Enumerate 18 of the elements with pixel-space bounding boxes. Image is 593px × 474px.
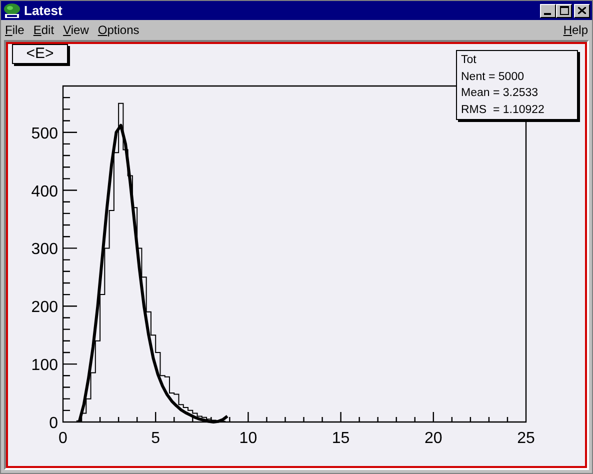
axis-tick-label: 0 [58, 430, 68, 447]
axis-tick-label: 300 [31, 241, 58, 258]
axis-tick-label: 5 [151, 430, 160, 447]
stats-name: Tot [461, 53, 478, 68]
axis-tick-label: 200 [31, 299, 58, 316]
axis-tick-label: 25 [517, 430, 535, 447]
axis-tick-label: 400 [31, 183, 58, 200]
window-title: Latest [24, 3, 62, 18]
axis-tick-label: 20 [424, 430, 442, 447]
title-label: <E> [12, 44, 68, 64]
axis-tick-label: 100 [31, 357, 58, 374]
stats-line: Nent = 5000 [461, 70, 525, 84]
axis-tick-label: 0 [49, 415, 58, 432]
axis-tick-label: 500 [31, 125, 58, 142]
stats-line: RMS = 1.10922 [461, 102, 546, 118]
axis-tick-label: 10 [239, 430, 258, 447]
axis-tick-label: 15 [332, 430, 350, 447]
stats-line: Mean = 3.2533 [461, 86, 540, 101]
